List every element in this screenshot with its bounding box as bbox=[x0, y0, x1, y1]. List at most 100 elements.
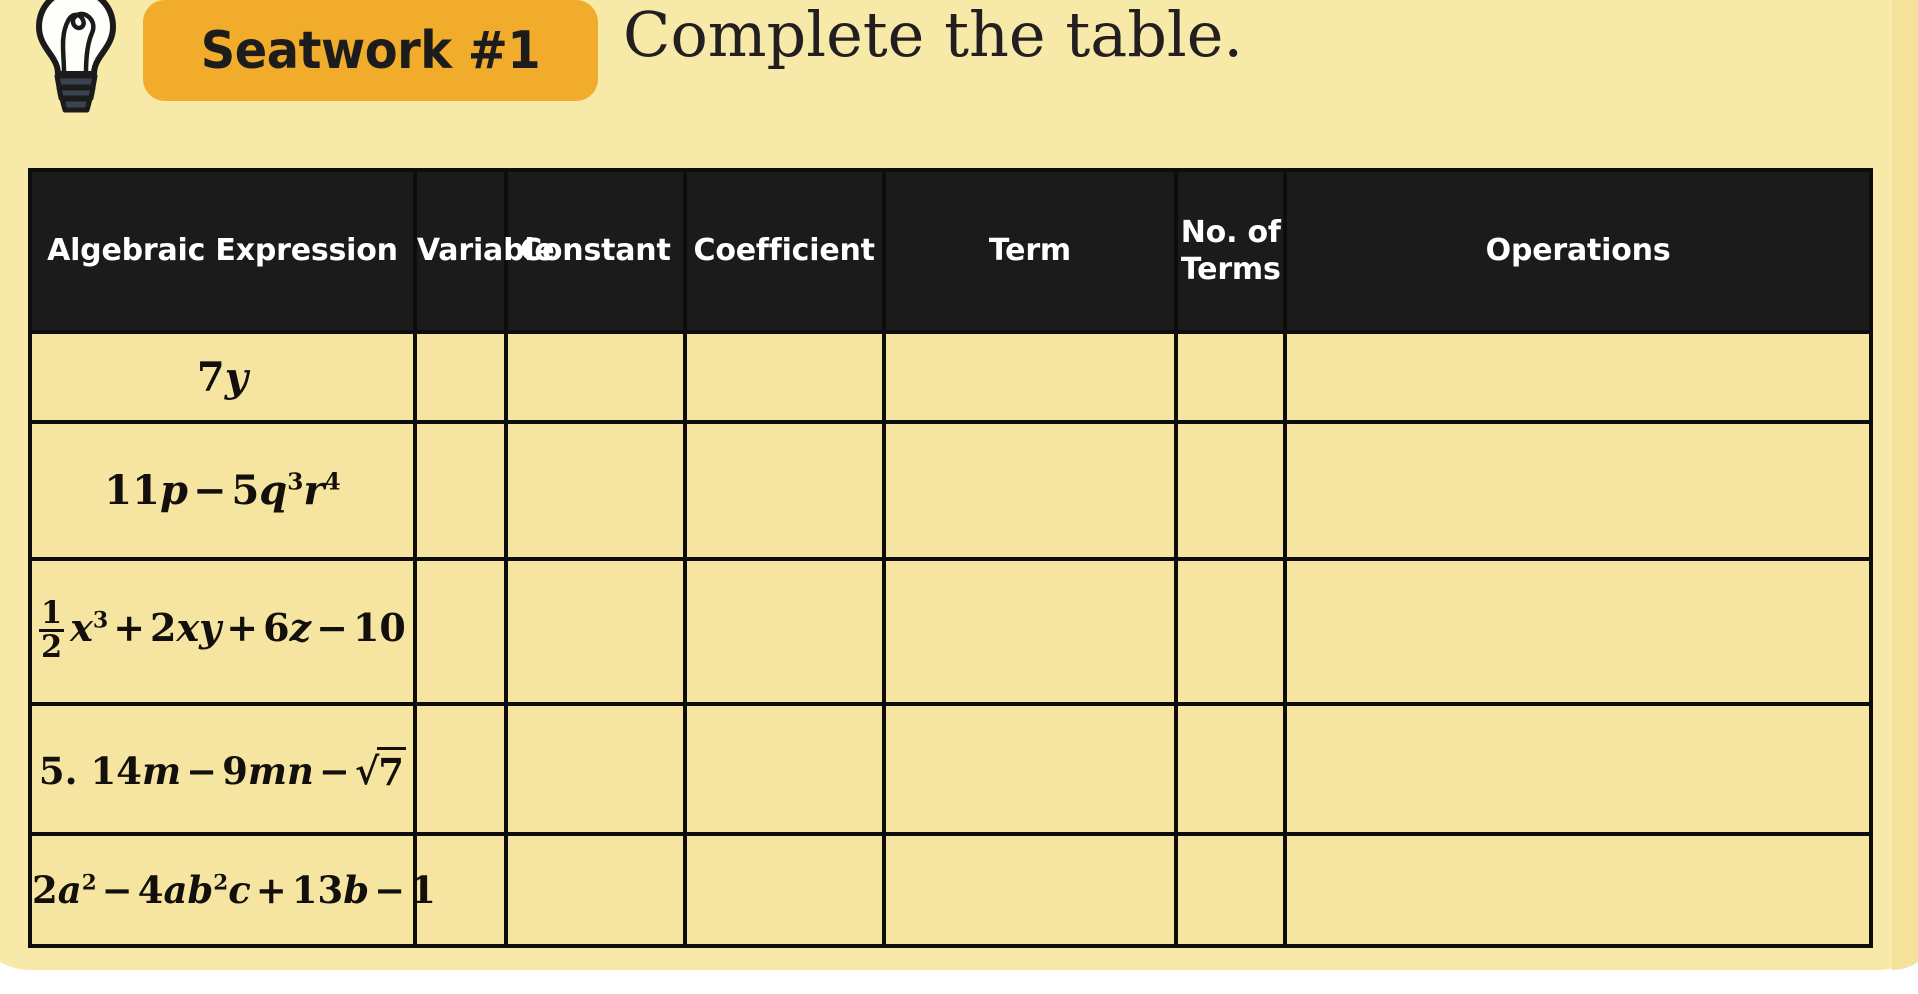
expr3-fraction-one-half: 12 bbox=[39, 595, 65, 665]
column-header-no-of-terms: No. of Terms bbox=[1174, 168, 1288, 334]
expr4-operator-2: − bbox=[318, 748, 350, 793]
cell-coefficient-4[interactable] bbox=[682, 702, 886, 836]
expr5-coefficient-2: 4 bbox=[137, 868, 164, 912]
column-header-coefficient: Coefficient bbox=[682, 168, 886, 334]
expr1-variable: y bbox=[224, 353, 248, 401]
expr3-fraction-numerator: 1 bbox=[41, 595, 63, 631]
cell-coefficient-2[interactable] bbox=[682, 420, 886, 561]
expr3-variable-2: xy bbox=[176, 605, 222, 650]
table-row: 2a2−4ab2c +13b −1 bbox=[28, 832, 1873, 948]
cell-coefficient-5[interactable] bbox=[682, 832, 886, 948]
expr3-exponent-1: 3 bbox=[92, 607, 109, 634]
expr2-variable-1: p bbox=[159, 467, 188, 514]
cell-expression-4: 5. 14m −9mn − √7 bbox=[28, 702, 417, 836]
cell-term-1[interactable] bbox=[881, 330, 1179, 424]
cell-operations-4[interactable] bbox=[1283, 702, 1873, 836]
cell-no-of-terms-4[interactable] bbox=[1174, 702, 1288, 836]
expr4-radicand: 7 bbox=[377, 746, 407, 794]
cell-variable-1[interactable] bbox=[412, 330, 508, 424]
cell-coefficient-1[interactable] bbox=[682, 330, 886, 424]
expr1-coefficient: 7 bbox=[196, 353, 225, 401]
cell-operations-5[interactable] bbox=[1283, 832, 1873, 948]
expr5-constant: 1 bbox=[410, 868, 436, 912]
expr4-coefficient-2: 9 bbox=[222, 748, 248, 793]
column-header-operations: Operations bbox=[1283, 168, 1873, 334]
expr3-variable-1: x bbox=[70, 605, 93, 650]
cell-coefficient-3[interactable] bbox=[682, 557, 886, 706]
expr4-square-root: √7 bbox=[354, 746, 407, 794]
expr3-variable-3: z bbox=[289, 605, 312, 650]
cell-expression-1: 7y bbox=[28, 330, 417, 424]
column-header-algebraic-expression: Algebraic Expression bbox=[28, 168, 417, 334]
expr2-exponent-3: 4 bbox=[324, 468, 341, 496]
expr2-variable-3: r bbox=[303, 467, 325, 514]
seatwork-badge-label: Seatwork #1 bbox=[200, 20, 541, 81]
expr5-coefficient-3: 13 bbox=[291, 868, 344, 912]
expr5-operator-2: + bbox=[255, 868, 287, 912]
column-header-variable: Variable bbox=[412, 168, 555, 334]
expr2-coefficient-2: 5 bbox=[231, 467, 260, 514]
seatwork-table: Algebraic Expression Variable Constant C… bbox=[28, 168, 1873, 948]
cell-expression-3: 1 2 x3 +2xy +6z −10 bbox=[28, 557, 417, 706]
slide-header: Seatwork #1 Complete the table. bbox=[0, 0, 1918, 118]
cell-constant-5[interactable] bbox=[503, 832, 687, 948]
expr3-coefficient-3: 6 bbox=[263, 605, 290, 650]
expr4-coefficient-1: 14 bbox=[90, 748, 142, 793]
card-right-edge-strip bbox=[1892, 0, 1918, 970]
column-header-term: Term bbox=[881, 168, 1179, 334]
expr3-operator-2: + bbox=[226, 605, 259, 650]
expr2-coefficient-1: 11 bbox=[104, 467, 160, 514]
cell-no-of-terms-1[interactable] bbox=[1174, 330, 1288, 424]
expr5-variable-1: a bbox=[57, 868, 82, 912]
lightbulb-icon bbox=[36, 0, 116, 113]
expression-5: 2a2−4ab2c +13b −1 bbox=[32, 868, 436, 912]
expression-2: 11p −5q3r4 bbox=[104, 467, 340, 514]
cell-no-of-terms-2[interactable] bbox=[1174, 420, 1288, 561]
page-title: Complete the table. bbox=[623, 0, 1244, 71]
expr5-operator-3: − bbox=[374, 868, 406, 912]
expr3-operator-1: + bbox=[113, 605, 146, 650]
cell-operations-3[interactable] bbox=[1283, 557, 1873, 706]
table-row: 1 2 x3 +2xy +6z −10 bbox=[28, 557, 1873, 706]
cell-variable-2[interactable] bbox=[412, 420, 508, 561]
cell-term-3[interactable] bbox=[881, 557, 1179, 706]
expression-4: 5. 14m −9mn − √7 bbox=[38, 746, 407, 794]
cell-variable-3[interactable] bbox=[412, 557, 508, 706]
table-row: 5. 14m −9mn − √7 bbox=[28, 702, 1873, 836]
cell-expression-5: 2a2−4ab2c +13b −1 bbox=[28, 832, 436, 948]
table-row: 11p −5q3r4 bbox=[28, 420, 1873, 561]
column-header-constant: Constant bbox=[503, 168, 687, 334]
cell-term-4[interactable] bbox=[881, 702, 1179, 836]
cell-operations-2[interactable] bbox=[1283, 420, 1873, 561]
expr4-item-number: 5. bbox=[38, 748, 78, 793]
expr2-operator-1: − bbox=[192, 467, 227, 514]
expr5-exponent-2: 2 bbox=[213, 870, 229, 896]
radical-sign-icon: √ bbox=[354, 748, 380, 793]
expr3-constant: 10 bbox=[352, 605, 406, 650]
cell-constant-2[interactable] bbox=[503, 420, 687, 561]
expr2-exponent-2: 3 bbox=[287, 468, 304, 496]
expression-3: 1 2 x3 +2xy +6z −10 bbox=[39, 595, 406, 665]
expr2-variable-2: q bbox=[259, 467, 288, 514]
expression-1: 7y bbox=[197, 354, 248, 401]
expr3-coefficient-2: 2 bbox=[150, 605, 177, 650]
cell-operations-1[interactable] bbox=[1283, 330, 1873, 424]
cell-variable-4[interactable] bbox=[412, 702, 508, 836]
cell-no-of-terms-3[interactable] bbox=[1174, 557, 1288, 706]
seatwork-badge: Seatwork #1 bbox=[143, 0, 598, 101]
expr4-operator-1: − bbox=[186, 748, 218, 793]
expr5-variable-3: b bbox=[343, 868, 370, 912]
cell-constant-4[interactable] bbox=[503, 702, 687, 836]
table-header-row: Algebraic Expression Variable Constant C… bbox=[28, 168, 1873, 334]
expr5-variable-2a: a bbox=[163, 868, 188, 912]
expr5-variable-2b: b bbox=[187, 868, 214, 912]
cell-no-of-terms-5[interactable] bbox=[1174, 832, 1288, 948]
cell-constant-3[interactable] bbox=[503, 557, 687, 706]
cell-constant-1[interactable] bbox=[503, 330, 687, 424]
expr3-operator-3: − bbox=[316, 605, 348, 650]
expr5-operator-1: − bbox=[101, 868, 133, 912]
cell-term-2[interactable] bbox=[881, 420, 1179, 561]
expr3-fraction-denominator: 2 bbox=[39, 629, 65, 665]
expr5-variable-2c: c bbox=[228, 868, 251, 912]
cell-term-5[interactable] bbox=[881, 832, 1179, 948]
